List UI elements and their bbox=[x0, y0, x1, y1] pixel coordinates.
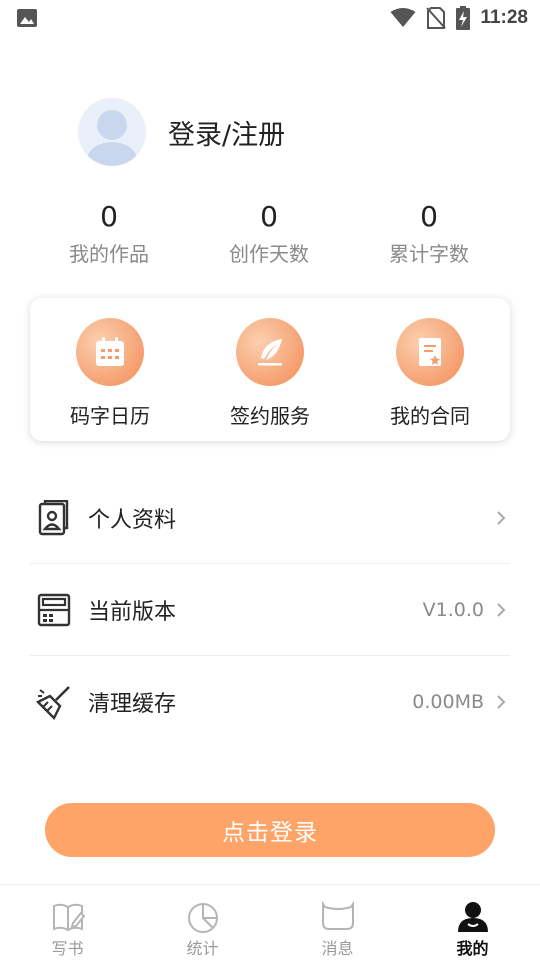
stat-value: 0 bbox=[100, 200, 118, 233]
feather-icon bbox=[236, 318, 304, 386]
no-sim-icon bbox=[426, 7, 447, 29]
nav-tab-mine[interactable]: 我的 bbox=[405, 885, 540, 960]
chevron-right-icon bbox=[497, 510, 506, 525]
battery-charging-icon bbox=[456, 6, 471, 30]
nav-tab-write[interactable]: 写书 bbox=[0, 885, 135, 960]
pie-chart-icon bbox=[187, 903, 218, 933]
nav-label: 写书 bbox=[51, 939, 84, 958]
nav-label: 统计 bbox=[186, 939, 219, 958]
stat-label: 我的作品 bbox=[69, 242, 149, 266]
menu-item-label: 清理缓存 bbox=[88, 692, 177, 717]
feature-label: 签约服务 bbox=[230, 404, 310, 428]
stat-value: 0 bbox=[420, 200, 438, 233]
contract-icon bbox=[396, 318, 464, 386]
login-register-link[interactable]: 登录/注册 bbox=[168, 113, 285, 152]
avatar[interactable] bbox=[78, 98, 146, 166]
login-button[interactable]: 点击登录 bbox=[45, 803, 495, 857]
settings-menu: 个人资料 当前版本 V1.0.0 清理缓存 0.00MB bbox=[30, 472, 510, 748]
nav-label: 消息 bbox=[321, 939, 354, 958]
write-book-icon bbox=[52, 903, 85, 932]
menu-item-version[interactable]: 当前版本 V1.0.0 bbox=[30, 564, 510, 656]
profile-card-icon bbox=[38, 499, 69, 535]
stat-label: 创作天数 bbox=[229, 242, 309, 266]
stat-label: 累计字数 bbox=[389, 242, 469, 266]
menu-item-profile[interactable]: 个人资料 bbox=[30, 472, 510, 564]
menu-item-label: 当前版本 bbox=[88, 599, 177, 625]
nav-label: 我的 bbox=[456, 939, 489, 958]
chevron-right-icon bbox=[497, 602, 506, 617]
cache-size-value: 0.00MB bbox=[412, 691, 484, 713]
message-icon bbox=[321, 901, 354, 930]
stat-total-words[interactable]: 0 累计字数 bbox=[349, 198, 509, 267]
feature-label: 我的合同 bbox=[390, 404, 470, 428]
feature-writing-calendar[interactable]: 码字日历 bbox=[30, 298, 190, 441]
menu-item-label: 个人资料 bbox=[88, 507, 177, 533]
version-value: V1.0.0 bbox=[422, 598, 484, 621]
feature-my-contracts[interactable]: 我的合同 bbox=[350, 298, 510, 441]
chevron-right-icon bbox=[497, 695, 506, 709]
menu-item-clear-cache[interactable]: 清理缓存 0.00MB bbox=[30, 656, 510, 748]
stat-writing-days[interactable]: 0 创作天数 bbox=[189, 198, 349, 267]
profile-header[interactable]: 登录/注册 bbox=[78, 98, 285, 166]
bottom-nav: 写书 统计 消息 我的 bbox=[0, 884, 540, 960]
broom-icon bbox=[36, 686, 70, 720]
stats-row: 0 我的作品 0 创作天数 0 累计字数 bbox=[29, 198, 509, 267]
nav-tab-messages[interactable]: 消息 bbox=[270, 885, 405, 960]
image-notification-icon bbox=[17, 9, 37, 27]
calendar-icon bbox=[76, 318, 144, 386]
version-icon bbox=[37, 593, 71, 626]
stat-works[interactable]: 0 我的作品 bbox=[29, 198, 189, 267]
nav-tab-statistics[interactable]: 统计 bbox=[135, 885, 270, 960]
user-icon bbox=[457, 902, 488, 932]
stat-value: 0 bbox=[260, 200, 278, 233]
feature-signing-service[interactable]: 签约服务 bbox=[190, 298, 350, 441]
status-bar: 11:28 bbox=[0, 0, 540, 38]
clock-time: 11:28 bbox=[480, 7, 528, 28]
feature-label: 码字日历 bbox=[70, 404, 150, 428]
feature-card: 码字日历 签约服务 我的合同 bbox=[30, 298, 510, 441]
wifi-icon bbox=[390, 8, 416, 27]
